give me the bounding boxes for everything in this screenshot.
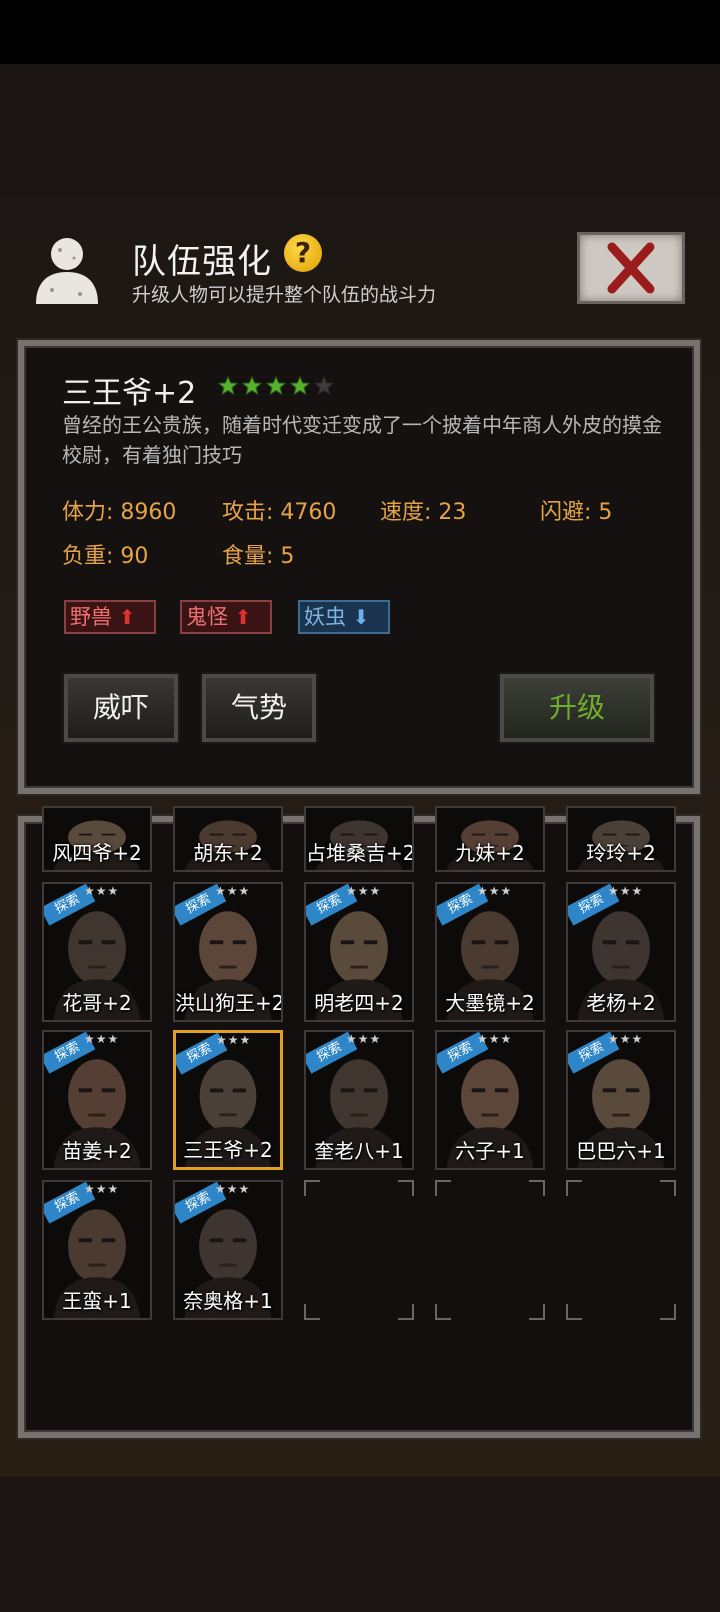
tag-insect: 妖虫 ⬇ bbox=[298, 600, 390, 634]
page-subtitle: 升级人物可以提升整个队伍的战斗力 bbox=[132, 284, 437, 306]
character-card-name: 胡东+2 bbox=[193, 841, 263, 865]
card-stars: ★★★ bbox=[84, 1032, 120, 1046]
character-card-name: 巴巴六+1 bbox=[576, 1139, 666, 1163]
page-title: 队伍强化 bbox=[132, 242, 272, 282]
stat-attack: 攻击: 4760 bbox=[222, 500, 337, 525]
arrow-up-icon: ⬆ bbox=[234, 605, 252, 629]
empty-slot bbox=[435, 1180, 545, 1320]
character-name: 三王爷+2 bbox=[62, 376, 197, 411]
card-stars: ★★★ bbox=[346, 884, 382, 898]
card-stars: ★★★ bbox=[215, 884, 251, 898]
stat-speed: 速度: 23 bbox=[380, 500, 467, 525]
character-card[interactable]: 探索 ★★★ 奈奥格+1 bbox=[173, 1180, 283, 1320]
character-card[interactable]: 探索 ★★★ 王蛮+1 bbox=[42, 1180, 152, 1320]
character-card[interactable]: 九妹+2 bbox=[435, 806, 545, 872]
card-stars: ★★★ bbox=[215, 1182, 251, 1196]
character-card[interactable]: 探索 ★★★ 大墨镜+2 bbox=[435, 882, 545, 1022]
help-icon[interactable]: ? bbox=[284, 234, 322, 272]
tag-ghost: 鬼怪 ⬆ bbox=[180, 600, 272, 634]
character-card[interactable]: 探索 ★★★ 巴巴六+1 bbox=[566, 1030, 676, 1170]
empty-slot bbox=[566, 1180, 676, 1320]
user-silhouette-icon bbox=[36, 238, 98, 304]
character-card[interactable]: 探索 ★★★ 明老四+2 bbox=[304, 882, 414, 1022]
character-card-name: 奎老八+1 bbox=[314, 1139, 404, 1163]
character-card-name: 洪山狗王+2 bbox=[175, 991, 283, 1015]
character-card[interactable]: 胡东+2 bbox=[173, 806, 283, 872]
star-filled-icon bbox=[290, 376, 310, 396]
character-card-name: 玲玲+2 bbox=[586, 841, 656, 865]
character-card-name: 大墨镜+2 bbox=[445, 991, 535, 1015]
character-card[interactable]: 探索 ★★★ 三王爷+2 bbox=[173, 1030, 283, 1170]
character-card-name: 明老四+2 bbox=[314, 991, 404, 1015]
tag-label: 鬼怪 bbox=[186, 605, 228, 629]
star-empty-icon bbox=[314, 376, 334, 396]
upgrade-button[interactable]: 升级 bbox=[500, 674, 654, 742]
tag-beast: 野兽 ⬆ bbox=[64, 600, 156, 634]
character-card-name: 九妹+2 bbox=[455, 841, 525, 865]
character-card-name: 老杨+2 bbox=[586, 991, 656, 1015]
character-card-name: 花哥+2 bbox=[62, 991, 132, 1015]
status-bar bbox=[0, 0, 720, 64]
character-card[interactable]: 探索 ★★★ 奎老八+1 bbox=[304, 1030, 414, 1170]
character-rating bbox=[218, 376, 334, 396]
character-card-name: 王蛮+1 bbox=[62, 1289, 132, 1313]
character-card[interactable]: 占堆桑吉+2 bbox=[304, 806, 414, 872]
stat-load: 负重: 90 bbox=[62, 544, 149, 569]
close-button[interactable] bbox=[577, 232, 685, 304]
character-card[interactable]: 玲玲+2 bbox=[566, 806, 676, 872]
character-card[interactable]: 探索 ★★★ 花哥+2 bbox=[42, 882, 152, 1022]
star-filled-icon bbox=[242, 376, 262, 396]
character-description: 曾经的王公贵族，随着时代变迁变成了一个披着中年商人外皮的摸金校尉，有着独门技巧 bbox=[62, 413, 662, 467]
card-stars: ★★★ bbox=[346, 1032, 382, 1046]
character-card-name: 苗姜+2 bbox=[62, 1139, 132, 1163]
character-card-name: 占堆桑吉+2 bbox=[306, 841, 414, 865]
card-stars: ★★★ bbox=[216, 1033, 252, 1047]
character-card-name: 三王爷+2 bbox=[183, 1138, 273, 1162]
skill-momentum-button[interactable]: 气势 bbox=[202, 674, 316, 742]
card-stars: ★★★ bbox=[608, 884, 644, 898]
card-stars: ★★★ bbox=[84, 1182, 120, 1196]
close-icon bbox=[607, 242, 655, 294]
skill-intimidate-button[interactable]: 威吓 bbox=[64, 674, 178, 742]
character-card-name: 六子+1 bbox=[455, 1139, 525, 1163]
empty-slot bbox=[304, 1180, 414, 1320]
character-card-name: 风四爷+2 bbox=[52, 841, 142, 865]
card-stars: ★★★ bbox=[608, 1032, 644, 1046]
star-filled-icon bbox=[218, 376, 238, 396]
character-card[interactable]: 探索 ★★★ 苗姜+2 bbox=[42, 1030, 152, 1170]
stat-food: 食量: 5 bbox=[222, 544, 295, 569]
character-card[interactable]: 探索 ★★★ 老杨+2 bbox=[566, 882, 676, 1022]
tag-label: 妖虫 bbox=[304, 605, 346, 629]
arrow-down-icon: ⬇ bbox=[352, 605, 370, 629]
character-card[interactable]: 风四爷+2 bbox=[42, 806, 152, 872]
card-stars: ★★★ bbox=[477, 884, 513, 898]
tag-label: 野兽 bbox=[70, 605, 112, 629]
arrow-up-icon: ⬆ bbox=[118, 605, 136, 629]
card-stars: ★★★ bbox=[477, 1032, 513, 1046]
card-stars: ★★★ bbox=[84, 884, 120, 898]
character-card[interactable]: 探索 ★★★ 六子+1 bbox=[435, 1030, 545, 1170]
stat-stamina: 体力: 8960 bbox=[62, 500, 177, 525]
stat-dodge: 闪避: 5 bbox=[540, 500, 613, 525]
character-card-name: 奈奥格+1 bbox=[183, 1289, 273, 1313]
character-card[interactable]: 探索 ★★★ 洪山狗王+2 bbox=[173, 882, 283, 1022]
star-filled-icon bbox=[266, 376, 286, 396]
